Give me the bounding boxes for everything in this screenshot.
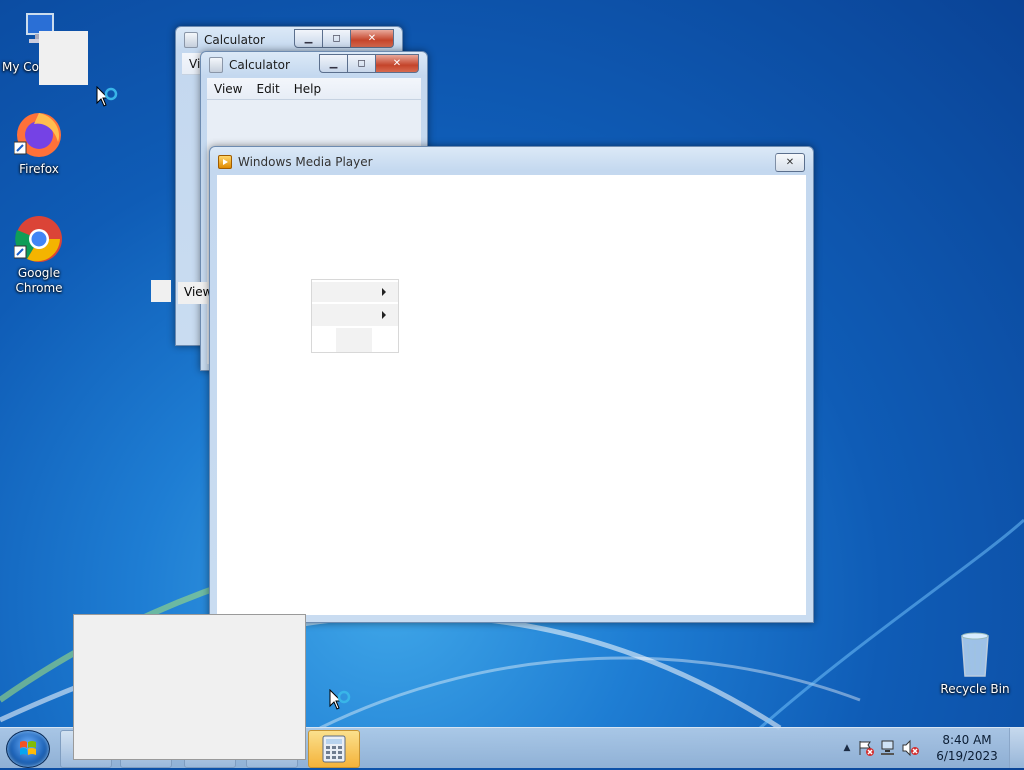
calculator-app-icon xyxy=(184,32,198,48)
media-player-content xyxy=(217,175,806,615)
menu-help[interactable]: Help xyxy=(287,82,328,96)
blank-overlay xyxy=(151,280,171,302)
network-icon[interactable] xyxy=(879,739,901,757)
close-button[interactable]: ✕ xyxy=(376,54,419,73)
desktop-icon-label: Recycle Bin xyxy=(940,682,1010,696)
menu-view[interactable]: View xyxy=(207,82,249,96)
minimize-button[interactable]: ▁ xyxy=(319,54,348,73)
taskbar-button-calculator[interactable] xyxy=(308,730,360,768)
firefox-icon xyxy=(13,110,64,160)
submenu-arrow-icon xyxy=(382,288,386,296)
blank-overlay xyxy=(73,614,306,760)
volume-muted-icon[interactable] xyxy=(901,739,925,757)
submenu-item[interactable] xyxy=(336,328,372,352)
maximize-button[interactable]: ◻ xyxy=(323,29,351,48)
desktop-icon-label: Firefox xyxy=(19,162,59,176)
show-desktop-button[interactable] xyxy=(1009,728,1024,768)
clock[interactable]: 8:40 AM 6/19/2023 xyxy=(925,732,1009,764)
busy-cursor-icon xyxy=(96,86,118,107)
calculator-icon xyxy=(322,735,346,763)
chrome-icon xyxy=(13,214,64,264)
window-title: Calculator xyxy=(204,33,265,47)
blank-overlay xyxy=(39,31,88,85)
windows-logo-icon xyxy=(20,741,36,755)
start-button[interactable] xyxy=(6,730,50,768)
submenu-fragment xyxy=(311,279,399,353)
window-titlebar[interactable]: Windows Media Player xyxy=(210,147,813,177)
menu-edit[interactable]: Edit xyxy=(249,82,286,96)
maximize-button[interactable]: ◻ xyxy=(348,54,376,73)
desktop-icon-label: Google Chrome xyxy=(15,266,63,295)
minimize-button[interactable]: ▁ xyxy=(294,29,323,48)
clock-date: 6/19/2023 xyxy=(936,749,998,763)
clock-time: 8:40 AM xyxy=(942,733,992,747)
desktop-icon-firefox[interactable]: Firefox xyxy=(1,110,77,177)
submenu-arrow-icon xyxy=(382,311,386,319)
desktop-icon-chrome[interactable]: Google Chrome xyxy=(1,214,77,296)
busy-cursor-icon xyxy=(329,689,351,710)
desktop-icon-recycle-bin[interactable]: Recycle Bin xyxy=(937,630,1013,697)
system-tray: ▲ 8:40 AM 6/19/2023 xyxy=(837,728,1024,768)
calculator-app-icon xyxy=(209,57,223,73)
recycle-bin-icon xyxy=(950,630,1000,680)
menubar: View Edit Help xyxy=(207,78,421,100)
submenu-separator xyxy=(372,328,374,352)
media-player-app-icon xyxy=(218,155,232,169)
close-button[interactable]: ✕ xyxy=(775,153,805,172)
window-title: Calculator xyxy=(229,58,290,72)
window-title: Windows Media Player xyxy=(238,155,373,169)
action-center-icon[interactable] xyxy=(857,739,879,757)
close-button[interactable]: ✕ xyxy=(351,29,394,48)
show-hidden-icons-icon[interactable]: ▲ xyxy=(837,743,857,753)
media-player-window[interactable]: Windows Media Player ✕ xyxy=(209,146,814,623)
